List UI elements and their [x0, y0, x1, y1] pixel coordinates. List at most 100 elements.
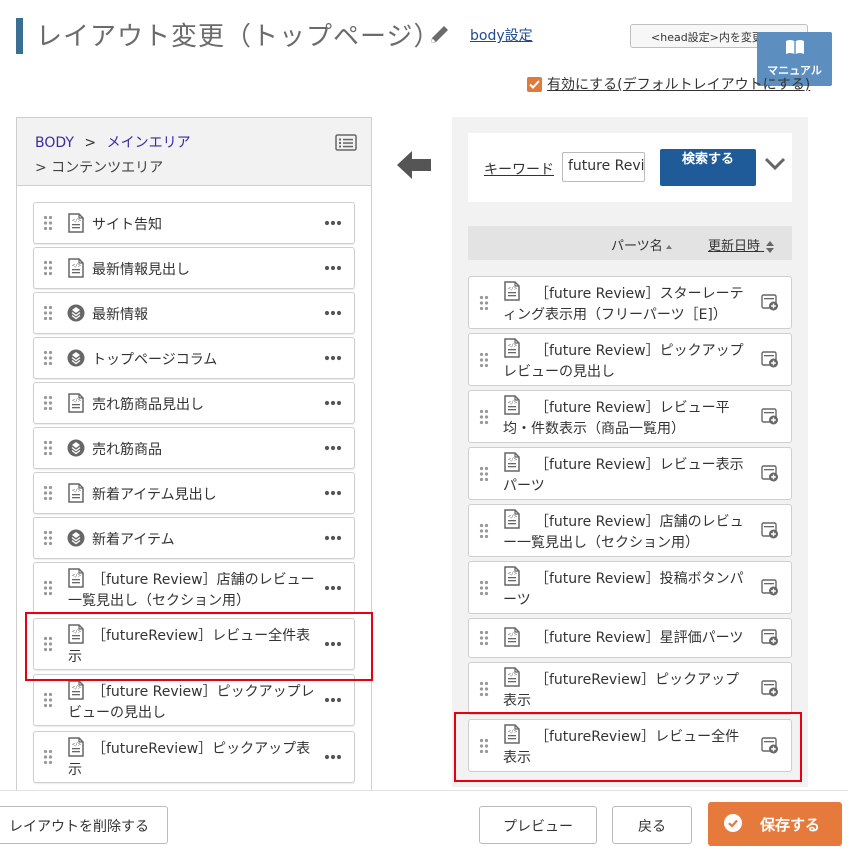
preview-button[interactable]: プレビュー [479, 806, 597, 844]
available-part-row[interactable]: </> ［future Review］レビュー表示パーツ [468, 447, 792, 500]
drag-handle-icon[interactable] [43, 215, 53, 231]
drag-handle-icon[interactable] [43, 530, 53, 546]
add-part-icon[interactable] [761, 521, 779, 539]
part-label: 売れ筋商品見出し [92, 397, 204, 413]
more-options-icon[interactable] [324, 400, 342, 406]
document-icon: </> [68, 393, 84, 413]
add-part-icon[interactable] [761, 407, 779, 425]
part-label: 新着アイテム [92, 532, 175, 548]
save-button[interactable]: 保存する [708, 802, 842, 846]
add-part-icon[interactable] [761, 293, 779, 311]
more-options-icon[interactable] [324, 697, 342, 703]
sort-by-date[interactable]: 更新日時 [708, 235, 775, 254]
add-part-icon[interactable] [761, 629, 779, 646]
drag-handle-icon[interactable] [479, 409, 489, 425]
layout-part-row[interactable]: 新着アイテム [33, 517, 355, 559]
part-label: ［future Review］ピックアップレビューの見出し [68, 684, 315, 721]
drag-handle-icon[interactable] [43, 485, 53, 501]
add-part-icon[interactable] [761, 679, 779, 697]
enable-checkbox[interactable] [527, 76, 542, 92]
drag-handle-icon[interactable] [43, 580, 53, 596]
part-label: ［future Review］ピックアップレビューの見出し [503, 343, 744, 380]
more-options-icon[interactable] [324, 265, 342, 271]
layout-part-row[interactable]: </> ［future Review］店舗のレビュー一覧見出し（セクション用） [33, 562, 355, 614]
title-accent-bar [16, 18, 23, 54]
document-icon: </> [68, 213, 84, 233]
stack-icon [67, 439, 85, 457]
svg-text:</>: </> [72, 488, 81, 494]
layout-part-row[interactable]: </> ［future Review］ピックアップレビューの見出し [33, 674, 355, 726]
available-part-row[interactable]: </> ［future Review］星評価パーツ [468, 618, 792, 658]
delete-layout-button[interactable]: レイアウトを削除する [0, 806, 168, 844]
part-label: 売れ筋商品 [92, 442, 162, 458]
part-label: サイト告知 [92, 217, 162, 233]
layout-part-row[interactable]: </> 最新情報見出し [33, 247, 355, 289]
drag-handle-icon[interactable] [43, 395, 53, 411]
available-part-row[interactable]: </> ［futureReview］ピックアップ表示 [468, 662, 792, 715]
stack-icon [67, 304, 85, 322]
drag-handle-icon[interactable] [479, 630, 489, 646]
drag-handle-icon[interactable] [43, 305, 53, 321]
drag-handle-icon[interactable] [479, 681, 489, 697]
available-part-row[interactable]: </> ［future Review］店舗のレビュー一覧見出し（セクション用） [468, 504, 792, 557]
body-settings-link[interactable]: body設定 [470, 25, 533, 45]
more-options-icon[interactable] [324, 754, 342, 760]
search-button[interactable]: 検索する [660, 149, 756, 186]
part-label: ［future Review］店舗のレビュー一覧見出し（セクション用） [503, 514, 744, 551]
more-options-icon[interactable] [324, 490, 342, 496]
enable-default-row[interactable]: 有効にする(デフォルトレイアウトにする) [527, 74, 810, 94]
arrow-left-icon [397, 151, 431, 179]
drag-handle-icon[interactable] [43, 440, 53, 456]
drag-handle-icon[interactable] [479, 523, 489, 539]
more-options-icon[interactable] [324, 355, 342, 361]
drag-handle-icon[interactable] [479, 352, 489, 368]
breadcrumb: BODY > メインエリア > コンテンツエリア [17, 118, 371, 186]
breadcrumb-content-area: > コンテンツエリア [35, 160, 164, 176]
stack-icon [67, 529, 85, 547]
check-circle-icon [724, 814, 742, 832]
enable-label[interactable]: 有効にする(デフォルトレイアウトにする) [547, 74, 810, 94]
layout-part-row[interactable]: </> 売れ筋商品見出し [33, 382, 355, 424]
chevron-down-icon[interactable] [764, 156, 786, 172]
available-part-row[interactable]: </> ［future Review］ピックアップレビューの見出し [468, 333, 792, 386]
page-title: レイアウト変更（トップページ） [36, 22, 441, 52]
layout-part-row[interactable]: 売れ筋商品 [33, 427, 355, 469]
back-button[interactable]: 戻る [612, 806, 692, 844]
keyword-input[interactable]: future Revi [562, 152, 645, 182]
pencil-icon[interactable] [428, 22, 452, 46]
highlight-box-left [25, 612, 373, 681]
more-options-icon[interactable] [324, 220, 342, 226]
document-icon: </> [68, 258, 84, 278]
sort-by-name[interactable]: パーツ名 [611, 235, 672, 254]
layout-part-row[interactable]: 最新情報 [33, 292, 355, 334]
available-part-row[interactable]: </> ［future Review］投稿ボタンパーツ [468, 561, 792, 614]
drag-handle-icon[interactable] [43, 350, 53, 366]
breadcrumb-body[interactable]: BODY [35, 135, 74, 151]
layout-part-row[interactable]: </> 新着アイテム見出し [33, 472, 355, 514]
drag-handle-icon[interactable] [43, 260, 53, 276]
drag-handle-icon[interactable] [43, 749, 53, 765]
available-part-row[interactable]: </> ［future Review］スターレーティング表示用（フリーパーツ［E]… [468, 276, 792, 329]
more-options-icon[interactable] [324, 445, 342, 451]
layout-part-row[interactable]: </> サイト告知 [33, 202, 355, 244]
add-part-icon[interactable] [761, 578, 779, 596]
part-label: ［future Review］投稿ボタンパーツ [503, 571, 744, 608]
part-label: 最新情報 [92, 307, 148, 323]
drag-handle-icon[interactable] [479, 580, 489, 596]
drag-handle-icon[interactable] [43, 692, 53, 708]
more-options-icon[interactable] [324, 585, 342, 591]
more-options-icon[interactable] [324, 310, 342, 316]
available-part-row[interactable]: </> ［future Review］レビュー平均・件数表示（商品一覧用） [468, 390, 792, 443]
part-label: 最新情報見出し [92, 262, 190, 278]
layout-part-row[interactable]: </> ［futureReview］ピックアップ表示 [33, 731, 355, 783]
layout-part-row[interactable]: トップページコラム [33, 337, 355, 379]
breadcrumb-main-area[interactable]: メインエリア [107, 135, 191, 151]
list-view-icon[interactable] [335, 134, 357, 151]
keyword-label[interactable]: キーワード [484, 159, 554, 179]
add-part-icon[interactable] [761, 464, 779, 482]
drag-handle-icon[interactable] [479, 466, 489, 482]
more-options-icon[interactable] [324, 535, 342, 541]
add-part-icon[interactable] [761, 350, 779, 368]
svg-text:</>: </> [72, 218, 81, 224]
drag-handle-icon[interactable] [479, 295, 489, 311]
